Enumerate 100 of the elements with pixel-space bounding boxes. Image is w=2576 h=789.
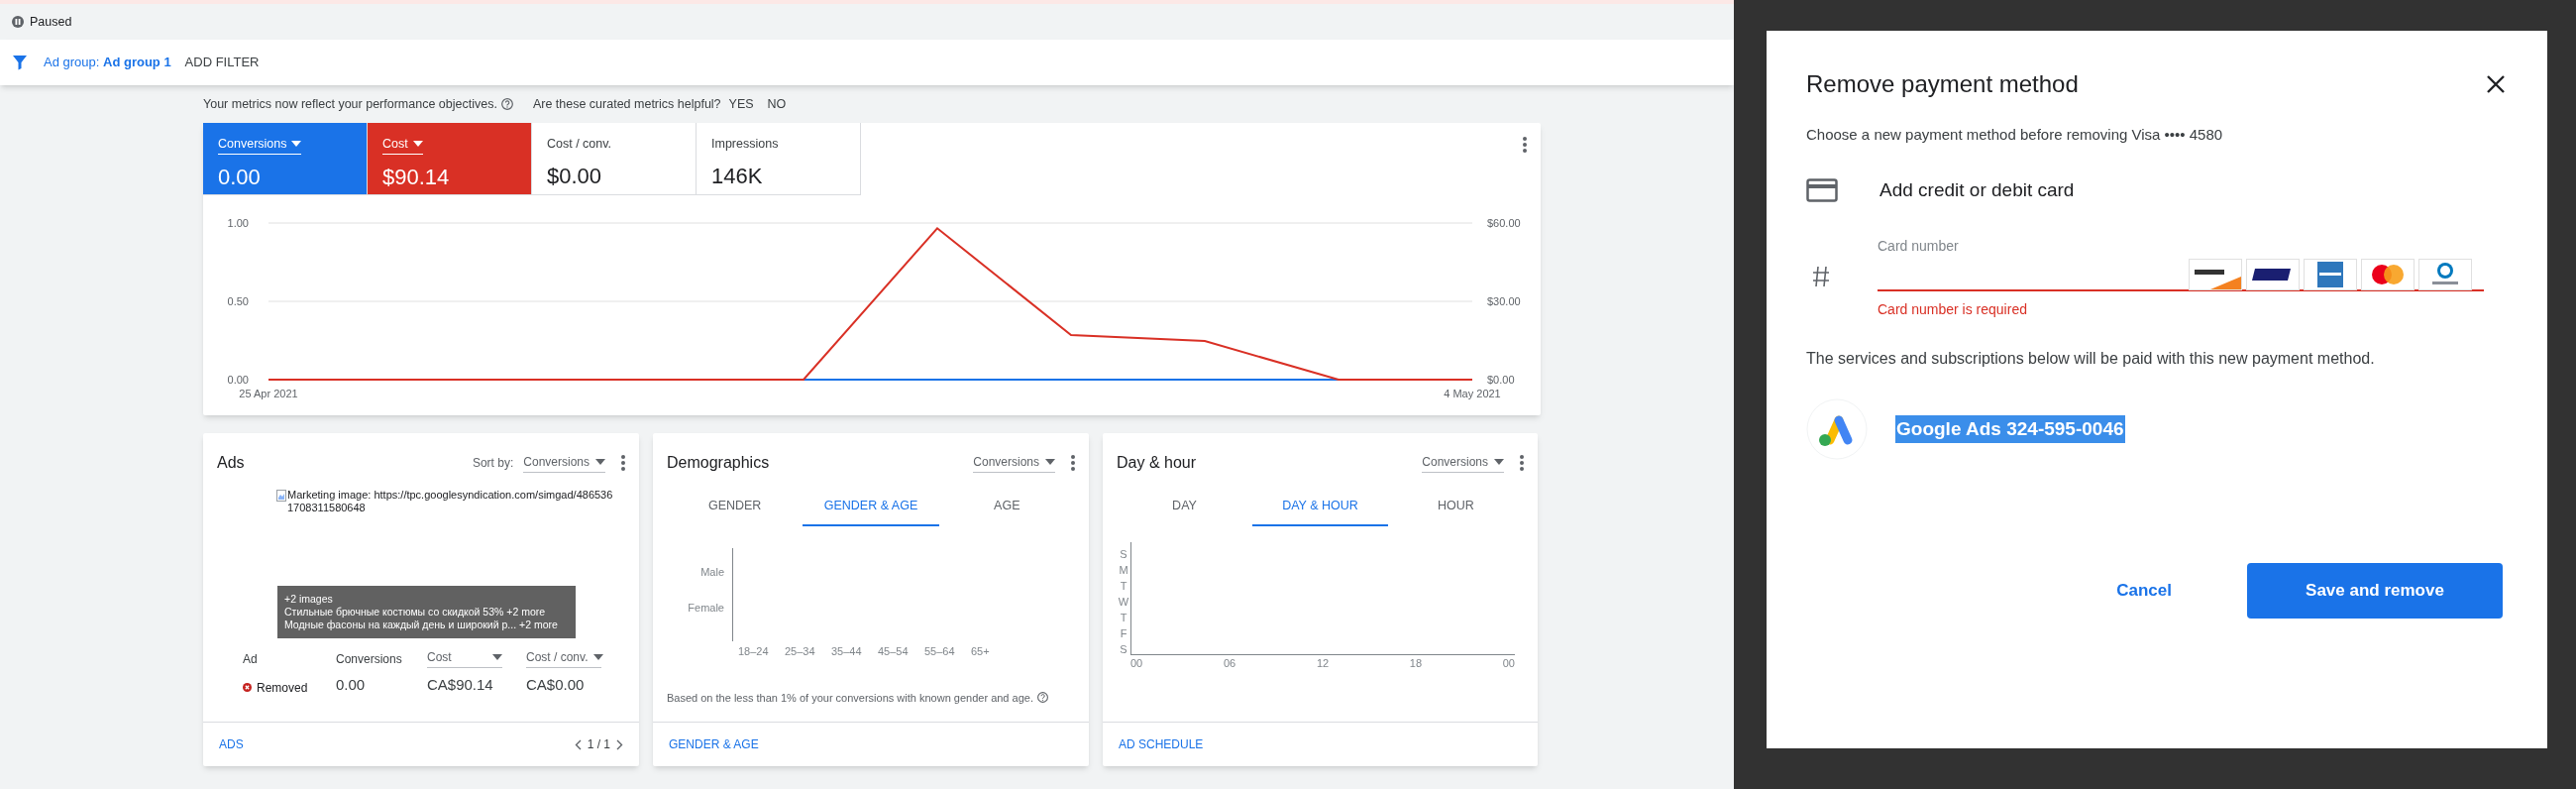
- cancel-button[interactable]: Cancel: [2116, 578, 2172, 604]
- axis-label: 35–44: [831, 644, 862, 659]
- help-icon: [500, 98, 513, 110]
- feedback-question: Are these curated metrics helpful?: [532, 95, 721, 113]
- column-header: Conversions: [336, 651, 403, 668]
- metric-value: $90.14: [382, 163, 451, 191]
- filter-chip[interactable]: Ad group: Ad group 1: [44, 53, 171, 72]
- axis-label: 06: [1223, 656, 1236, 671]
- tab[interactable]: HOUR: [1388, 487, 1524, 526]
- axis-label: 12: [1316, 656, 1330, 671]
- axis-label: 25 Apr 2021: [239, 388, 298, 399]
- tab[interactable]: DAY & HOUR: [1252, 487, 1388, 526]
- dialog-paragraph: The services and subscriptions below will be paid with this new payment method.: [1806, 349, 2376, 369]
- tab[interactable]: GENDER: [667, 487, 804, 526]
- footer-link[interactable]: ADS: [219, 735, 244, 753]
- no-link[interactable]: NO: [767, 94, 787, 114]
- metric-tile[interactable]: Impressions 146K: [697, 123, 861, 195]
- metric-label: Conversions: [218, 136, 287, 153]
- option-label: Add credit or debit card: [1879, 177, 2075, 202]
- metric-dropdown[interactable]: Conversions: [1422, 453, 1504, 473]
- metric-dropdown[interactable]: Conversions: [973, 453, 1055, 473]
- info-text: Your metrics now reflect your performance objectives.: [203, 95, 497, 113]
- axis-label: 0.00: [227, 374, 249, 386]
- caption-line: +2 images: [284, 593, 334, 606]
- more-icon: [1523, 137, 1527, 153]
- metric-tile[interactable]: Conversions 0.00: [203, 123, 368, 195]
- metric-value: 146K: [711, 162, 764, 190]
- caret-icon: [412, 141, 423, 148]
- caret-icon: [492, 654, 502, 660]
- dialog-title: Remove payment method: [1806, 69, 2079, 99]
- axis-label: Male: [700, 565, 724, 580]
- caption-line: Модные фасоны на каждый день и широкий р... +2 more: [284, 619, 559, 631]
- axis-label: 00: [1502, 656, 1515, 671]
- card-title: Day & hour: [1117, 453, 1197, 473]
- metric-value: 0.00: [218, 163, 262, 191]
- table-cell-text: CA$90.14: [427, 675, 493, 695]
- metric-label: Cost: [382, 136, 408, 153]
- card-logo-icon: [2418, 259, 2472, 290]
- axis-label: Female: [688, 600, 724, 616]
- axis-label: 00: [1130, 656, 1143, 671]
- chevron-left-icon: [574, 738, 582, 750]
- column-sort-header[interactable]: Cost: [427, 648, 502, 668]
- removed-icon: [243, 683, 252, 692]
- broken-image-icon: [276, 490, 286, 502]
- axis-label: M: [1118, 563, 1129, 578]
- axis-label: 0.50: [227, 295, 249, 307]
- metric-tile[interactable]: Cost / conv. $0.00: [532, 123, 697, 195]
- caret-icon: [1045, 459, 1055, 465]
- axis-label: 25–34: [785, 644, 815, 659]
- help-icon: [1036, 692, 1048, 704]
- axis-label: 45–54: [878, 644, 909, 659]
- metric-tile[interactable]: Cost $90.14: [368, 123, 532, 195]
- add-filter-button[interactable]: ADD FILTER: [184, 53, 260, 72]
- column-sort-header[interactable]: Cost / conv.: [526, 648, 601, 668]
- caret-icon: [1494, 459, 1504, 465]
- card-title: Demographics: [667, 453, 770, 473]
- more-icon: [1071, 455, 1075, 471]
- caret-icon: [291, 141, 302, 148]
- axis-label: F: [1119, 626, 1128, 641]
- chart-note: Based on the less than 1% of your conversions with known gender and age.: [667, 690, 1033, 706]
- metric-value: $0.00: [547, 162, 603, 190]
- axis-label: $0.00: [1487, 374, 1515, 386]
- service-label: Google Ads 324-595-0046: [1895, 414, 2125, 444]
- save-and-remove-button[interactable]: Save and remove: [2247, 563, 2503, 619]
- ads-logo-icon: [1806, 398, 1868, 460]
- filter-icon: [12, 55, 28, 70]
- footer-link[interactable]: GENDER & AGE: [669, 735, 759, 753]
- pause-icon: [12, 16, 24, 28]
- error-message: Card number is required: [1878, 300, 2028, 319]
- dialog-subtitle: Choose a new payment method before removing Visa •••• 4580: [1806, 125, 2224, 145]
- metric-label: Impressions: [711, 136, 779, 153]
- axis-label: W: [1117, 595, 1130, 610]
- table-cell-text: CA$0.00: [526, 675, 585, 695]
- axis-label: S: [1119, 642, 1128, 657]
- axis-label: 1.00: [227, 217, 249, 229]
- sort-dropdown[interactable]: Conversions: [523, 453, 605, 473]
- caption-line: Стильные брючные костюмы со скидкой 53% +2 more: [284, 606, 547, 619]
- tab[interactable]: GENDER & AGE: [803, 487, 939, 526]
- axis-label: 18–24: [738, 644, 769, 659]
- hash-icon: [1812, 266, 1830, 287]
- table-cell-text: 0.00: [336, 675, 366, 695]
- tab[interactable]: AGE: [938, 487, 1075, 526]
- yes-link[interactable]: YES: [728, 94, 754, 114]
- axis-label: $60.00: [1487, 217, 1521, 229]
- image-alt-text: Marketing image: https://tpc.googlesyndication.com/simgad/4865361708311580648: [287, 489, 614, 514]
- column-header: Ad: [243, 651, 259, 668]
- axis-label: T: [1119, 579, 1128, 594]
- status-label: Paused: [30, 13, 72, 31]
- caret-icon: [593, 654, 604, 660]
- metric-label: Cost / conv.: [547, 136, 612, 153]
- axis-label: 65+: [971, 644, 991, 659]
- axis-label: T: [1119, 611, 1128, 625]
- axis-label: 4 May 2021: [1444, 388, 1501, 399]
- axis-label: $30.00: [1487, 295, 1521, 307]
- card-logo-icon: [2189, 259, 2242, 290]
- footer-link[interactable]: AD SCHEDULE: [1119, 735, 1204, 753]
- axis-label: S: [1119, 547, 1128, 562]
- sort-label: Sort by:: [472, 455, 514, 472]
- tab[interactable]: DAY: [1117, 487, 1252, 526]
- pager-text: 1 / 1: [587, 736, 610, 753]
